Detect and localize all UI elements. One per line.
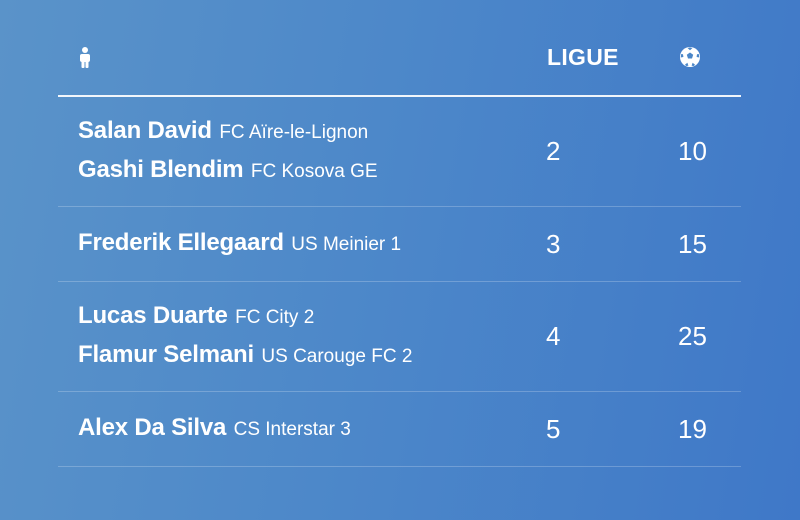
league-column-header[interactable]: LIGUE [547,44,619,71]
table-row[interactable]: Lucas Duarte FC City 2 Flamur Selmani US… [58,282,741,392]
player-entry: Alex Da Silva CS Interstar 3 [78,414,351,445]
soccer-ball-icon [679,46,701,68]
league-value: 2 [546,136,561,166]
player-club: FC City 2 [235,306,315,328]
goals-value: 15 [678,228,707,259]
goals-value: 10 [678,136,707,166]
person-icon [78,47,92,69]
player-club: FC Kosova GE [250,160,378,182]
player-club: FC Aïre-le-Lignon [219,121,369,143]
goals-value: 25 [678,321,707,351]
player-entry: Gashi Blendim FC Kosova GE [78,156,378,187]
league-value: 5 [546,413,561,444]
player-entry: Frederik Ellegaard US Meinier 1 [78,229,401,260]
player-club: US Meinier 1 [291,233,402,255]
players-cell: Alex Da Silva CS Interstar 3 [78,392,351,466]
player-club: US Carouge FC 2 [261,345,413,367]
players-cell: Frederik Ellegaard US Meinier 1 [78,207,401,281]
player-entry: Salan David FC Aïre-le-Lignon [78,117,378,148]
scorers-table: LIGUE Salan David FC Aïre-le-Lignon Gash… [58,0,741,467]
table-row[interactable]: Frederik Ellegaard US Meinier 1 3 15 [58,207,741,282]
table-header: LIGUE [58,0,741,97]
league-value: 3 [546,228,561,259]
player-club: CS Interstar 3 [233,418,351,440]
player-entry: Flamur Selmani US Carouge FC 2 [78,341,412,372]
player-name: Alex Da Silva [78,413,227,441]
player-name: Lucas Duarte [78,301,228,329]
players-cell: Salan David FC Aïre-le-Lignon Gashi Blen… [78,97,378,206]
player-name: Salan David [78,116,212,144]
league-value: 4 [546,321,561,351]
player-name: Flamur Selmani [78,340,254,368]
table-row[interactable]: Alex Da Silva CS Interstar 3 5 19 [58,392,741,467]
players-cell: Lucas Duarte FC City 2 Flamur Selmani US… [78,282,412,391]
player-name: Frederik Ellegaard [78,228,284,256]
player-entry: Lucas Duarte FC City 2 [78,302,412,333]
table-row[interactable]: Salan David FC Aïre-le-Lignon Gashi Blen… [58,97,741,207]
player-name: Gashi Blendim [78,155,244,183]
goals-value: 19 [678,413,707,444]
